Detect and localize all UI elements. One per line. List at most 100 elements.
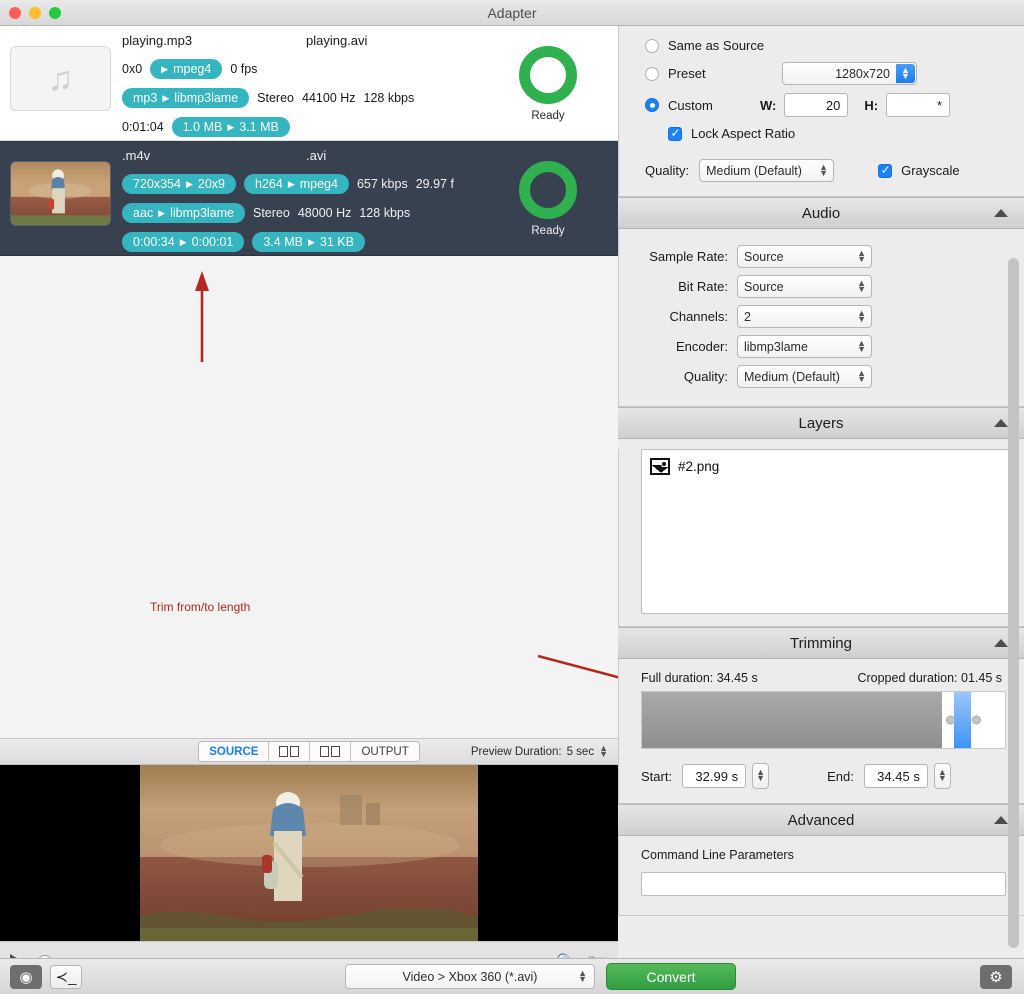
list-item[interactable]: #2.png [650, 458, 1001, 475]
duration-pill[interactable]: 0:00:34 ▶ 0:00:01 [122, 232, 245, 252]
split-vertical-icon[interactable] [269, 742, 311, 761]
split-horizontal-icon[interactable] [310, 742, 352, 761]
video-preview[interactable] [0, 765, 618, 941]
audio-channels-dropdown[interactable]: 2 ▲ ▼ [737, 305, 872, 328]
resolution-value: 0x0 [122, 62, 143, 76]
layers-section-title: Layers [798, 414, 844, 432]
chevron-up-icon[interactable] [994, 816, 1008, 824]
chevron-updown-icon: ▲ ▼ [578, 967, 587, 984]
chevron-up-icon[interactable] [994, 639, 1008, 647]
audio-bitrate-value: 128 kbps [363, 91, 415, 105]
trim-start-handle[interactable] [946, 715, 955, 725]
file-row[interactable]: ♫ playing.mp3 playing.avi 0x0 ▶ mpeg4 0 … [0, 26, 618, 141]
checkbox-lock-aspect-ratio[interactable] [668, 126, 682, 141]
audio-sample-rate-row: Sample Rate: Source ▲ ▼ [637, 245, 1006, 268]
height-input[interactable]: * [886, 93, 951, 117]
audio-encoder-row: Encoder: libmp3lame ▲ ▼ [637, 335, 1006, 358]
chevron-updown-icon: ▲ ▼ [857, 367, 866, 384]
audio-codec-from: aac [133, 206, 154, 220]
trim-start-input[interactable]: 32.99 s [682, 764, 747, 788]
video-codec-pill[interactable]: ▶ mpeg4 [150, 59, 223, 79]
trim-end-handle[interactable] [972, 715, 981, 725]
audio-sample-rate-dropdown[interactable]: Source ▲ ▼ [737, 245, 872, 268]
radio-preset[interactable] [645, 66, 659, 81]
file-status: Ready [510, 46, 586, 122]
video-settings-section: Same as Source Preset 1280x720 ▲ ▼ Custom… [618, 26, 1024, 197]
video-frame [140, 765, 478, 941]
arrow-icon: ▶ [287, 178, 295, 189]
title-bar: Adapter [0, 0, 1024, 26]
audio-info-line: mp3 ▶ libmp3lame Stereo 44100 Hz 128 kbp… [122, 88, 414, 108]
audio-encoder-value: libmp3lame [744, 339, 808, 354]
trim-start-stepper[interactable]: ▲ ▼ [752, 763, 770, 789]
lock-aspect-row[interactable]: Lock Aspect Ratio [668, 126, 1006, 141]
duration-to: 0:00:01 [191, 235, 234, 249]
size-info-line: 0:01:04 1.0 MB ▶ 3.1 MB [122, 117, 290, 137]
video-quality-dropdown[interactable]: Medium (Default) ▲ ▼ [699, 159, 835, 182]
same-as-source-row[interactable]: Same as Source [645, 38, 1006, 53]
preview-mode-segmented[interactable]: SOURCE OUTPUT [198, 741, 420, 762]
size-pill[interactable]: 3.4 MB ▶ 31 KB [252, 232, 365, 252]
trimming-section-header[interactable]: Trimming [618, 627, 1024, 659]
settings-scrollbar[interactable] [1008, 258, 1019, 948]
chevron-up-icon[interactable] [994, 209, 1008, 217]
width-input[interactable]: 20 [784, 93, 849, 117]
layers-list[interactable]: #2.png [641, 449, 1010, 614]
audio-channels-value: 2 [744, 309, 751, 324]
trim-selected-region[interactable] [954, 692, 971, 748]
convert-button[interactable]: Convert [606, 963, 736, 990]
video-codec-pill[interactable]: h264 ▶ mpeg4 [244, 174, 349, 194]
preset-dropdown[interactable]: 1280x720 ▲ ▼ [782, 62, 917, 85]
radio-custom[interactable] [645, 98, 659, 112]
trim-end-input[interactable]: 34.45 s [863, 764, 928, 788]
arrow-icon: ▶ [307, 236, 315, 247]
chevron-updown-icon: ▲ ▼ [896, 64, 915, 83]
size-from: 1.0 MB [182, 120, 223, 134]
audio-encoder-dropdown[interactable]: libmp3lame ▲ ▼ [737, 335, 872, 358]
trim-end-stepper[interactable]: ▲ ▼ [933, 763, 951, 789]
duration-from: 0:00:34 [133, 235, 175, 249]
terminal-icon[interactable]: ≺_ [50, 964, 82, 989]
custom-row[interactable]: Custom W: 20 H: * [645, 93, 1006, 117]
audio-codec-pill[interactable]: mp3 ▶ libmp3lame [122, 88, 250, 108]
checkbox-grayscale[interactable] [878, 163, 893, 178]
audio-bit-rate-label: Bit Rate: [678, 279, 728, 294]
gear-icon[interactable]: ⚙ [980, 964, 1012, 989]
audio-codec-pill[interactable]: aac ▶ libmp3lame [122, 203, 245, 223]
cropped-duration-label: Cropped duration: 01.45 s [857, 671, 1002, 685]
audio-section-header[interactable]: Audio [618, 197, 1024, 229]
duration-value: 0:01:04 [122, 120, 164, 134]
tab-output[interactable]: OUTPUT [351, 742, 419, 761]
chevron-updown-icon: ▲ ▼ [857, 247, 866, 264]
layers-section: #2.png [618, 449, 1024, 627]
audio-bit-rate-dropdown[interactable]: Source ▲ ▼ [737, 275, 872, 298]
audio-sample-rate-value: Source [744, 249, 784, 264]
trim-slider[interactable] [641, 691, 1006, 749]
advanced-section: Command Line Parameters [618, 836, 1024, 916]
scrollbar-thumb[interactable] [1008, 258, 1019, 948]
layers-section-header[interactable]: Layers [618, 407, 1024, 439]
audio-quality-dropdown[interactable]: Medium (Default) ▲ ▼ [737, 365, 872, 388]
preview-duration-stepper[interactable]: ▲ ▼ [599, 744, 608, 758]
input-file-name: playing.mp3 [122, 33, 193, 48]
command-line-input[interactable] [641, 872, 1006, 896]
trim-fields: Start: 32.99 s ▲ ▼ End: 34.45 s ▲ ▼ [641, 763, 1006, 789]
file-thumbnail [10, 161, 111, 226]
file-row[interactable]: .m4v .avi 720x354 ▶ 20x9 h264 ▶ mpeg4 65… [0, 141, 618, 256]
resolution-pill[interactable]: 720x354 ▶ 20x9 [122, 174, 236, 194]
chevron-up-icon[interactable] [994, 419, 1008, 427]
preview-duration-control[interactable]: Preview Duration: 5 sec ▲ ▼ [471, 744, 608, 758]
video-codec-from: h264 [255, 177, 283, 191]
preset-row[interactable]: Preset 1280x720 ▲ ▼ [645, 62, 1006, 85]
advanced-section-header[interactable]: Advanced [618, 804, 1024, 836]
command-line-label: Command Line Parameters [641, 848, 794, 862]
tab-source[interactable]: SOURCE [199, 742, 270, 761]
music-note-icon: ♫ [47, 59, 74, 98]
output-format-dropdown[interactable]: Video > Xbox 360 (*.avi) ▲ ▼ [345, 964, 595, 989]
file-drop-area[interactable]: Trim from/to length Trim slider window [0, 257, 618, 894]
audio-codec-from: mp3 [133, 91, 158, 105]
radio-same-as-source[interactable] [645, 38, 659, 53]
preset-label: Preset [668, 66, 706, 81]
eye-icon[interactable]: ◉ [10, 964, 42, 989]
size-pill[interactable]: 1.0 MB ▶ 3.1 MB [171, 117, 290, 137]
